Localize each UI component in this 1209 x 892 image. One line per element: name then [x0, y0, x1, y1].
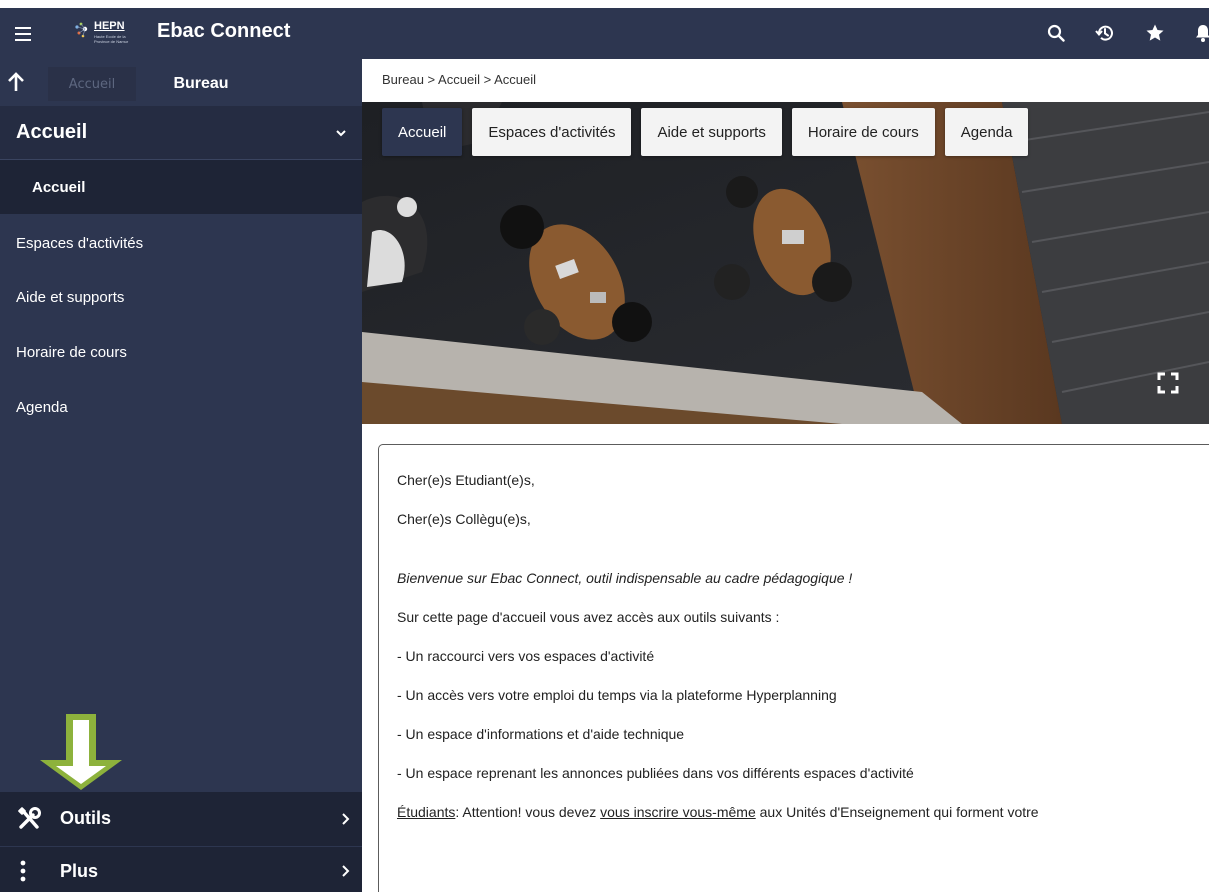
bell-icon[interactable] — [1190, 20, 1209, 46]
up-arrow-icon[interactable] — [6, 71, 26, 93]
plus-label: Plus — [60, 861, 99, 881]
students-note-label: Étudiants — [397, 804, 456, 820]
breadcrumb: Bureau > Accueil > Accueil — [382, 72, 536, 87]
sidebar-item-agenda[interactable]: Agenda — [0, 380, 362, 434]
hero-tab-espaces[interactable]: Espaces d'activités — [472, 108, 632, 156]
sidebar-tab-accueil[interactable]: Accueil — [48, 67, 136, 101]
sidebar-item-accueil[interactable]: Accueil — [0, 160, 362, 214]
sidebar-item-label: Agenda — [16, 398, 68, 416]
logo-subtext: Haute Ecole de la Province de Namur — [94, 34, 129, 44]
hero-tab-bar: Accueil Espaces d'activités Aide et supp… — [382, 108, 1038, 156]
bullet-item: - Un espace d'informations et d'aide tec… — [397, 726, 685, 742]
sidebar-item-horaire[interactable]: Horaire de cours — [0, 325, 362, 379]
outils-label: Outils — [60, 808, 112, 828]
greeting-colleagues: Cher(e)s Collègu(e)s, — [397, 511, 531, 527]
sidebar-item-espaces[interactable]: Espaces d'activités — [0, 216, 362, 270]
hepn-logo[interactable]: HEPN Haute Ecole de la Province de Namur — [74, 19, 142, 49]
sidebar-item-label: Accueil — [32, 178, 86, 196]
welcome-content: Cher(e)s Etudiant(e)s, Cher(e)s Collègu(… — [378, 444, 1209, 892]
hero-tab-agenda[interactable]: Agenda — [944, 108, 1029, 156]
hero-banner: Accueil Espaces d'activités Aide et supp… — [362, 102, 1209, 424]
breadcrumb-separator: > — [483, 72, 495, 87]
logo-text: HEPN — [94, 20, 125, 32]
bullet-item: - Un espace reprenant les annonces publi… — [397, 765, 914, 781]
app-title[interactable]: Ebac Connect — [157, 20, 290, 43]
breadcrumb-item[interactable]: Bureau — [382, 72, 424, 87]
students-note-pre: : Attention! vous devez — [455, 804, 601, 820]
sidebar-item-label: Aide et supports — [16, 288, 125, 306]
students-note-post: aux Unités d'Enseignement qui forment vo… — [755, 804, 1039, 820]
sidebar-item-outils[interactable]: Outils — [0, 792, 362, 846]
students-note: Étudiants: Attention! vous devez vous in… — [397, 803, 1209, 821]
tools-icon — [18, 807, 41, 829]
hamburger-menu-icon[interactable] — [0, 8, 46, 59]
chevron-down-icon — [336, 130, 346, 137]
hero-tab-aide[interactable]: Aide et supports — [641, 108, 782, 156]
green-down-arrow-icon — [40, 714, 122, 790]
welcome-italic: Bienvenue sur Ebac Connect, outil indisp… — [397, 570, 853, 586]
chevron-right-icon — [342, 813, 350, 825]
hero-tab-accueil[interactable]: Accueil — [382, 108, 463, 156]
breadcrumb-separator: > — [427, 72, 439, 87]
bullet-item: - Un accès vers votre emploi du temps vi… — [397, 687, 837, 703]
sidebar-section-title: Accueil — [16, 121, 88, 143]
bullet-item: - Un raccourci vers vos espaces d'activi… — [397, 648, 655, 664]
greeting-students: Cher(e)s Etudiant(e)s, — [397, 472, 535, 488]
star-icon[interactable] — [1142, 20, 1168, 46]
register-link[interactable]: vous inscrire vous-même — [600, 804, 756, 820]
sidebar-item-label: Espaces d'activités — [16, 234, 144, 252]
more-vertical-icon — [20, 860, 26, 882]
welcome-text: Bienvenue sur Ebac Connect, outil indisp… — [397, 569, 1209, 587]
sidebar-section-accueil[interactable]: Accueil — [0, 106, 362, 160]
search-icon[interactable] — [1043, 20, 1069, 46]
sidebar-item-aide[interactable]: Aide et supports — [0, 270, 362, 324]
breadcrumb-item[interactable]: Accueil — [438, 72, 480, 87]
logo-mark-icon — [75, 22, 88, 38]
sidebar-tab-bureau[interactable]: Bureau — [136, 67, 266, 101]
sidebar-header: Accueil Bureau — [0, 59, 362, 106]
sidebar-item-label: Horaire de cours — [16, 343, 127, 361]
breadcrumb-item: Accueil — [494, 72, 537, 87]
fullscreen-icon[interactable] — [1157, 372, 1179, 394]
history-icon[interactable] — [1092, 20, 1118, 46]
top-bar: HEPN Haute Ecole de la Province de Namur… — [0, 8, 1209, 59]
chevron-right-icon — [342, 865, 350, 877]
sidebar-item-plus[interactable]: Plus — [0, 847, 362, 892]
hero-tab-horaire[interactable]: Horaire de cours — [791, 108, 935, 156]
intro-text: Sur cette page d'accueil vous avez accès… — [397, 609, 780, 625]
